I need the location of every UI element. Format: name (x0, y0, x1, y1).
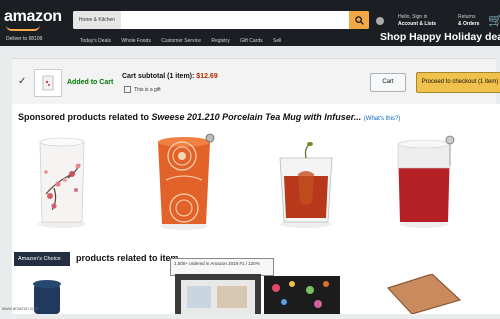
language-flag-icon[interactable] (376, 17, 384, 25)
product-card[interactable] (264, 274, 340, 319)
search-category-dropdown[interactable]: Home & Kitchen (73, 11, 121, 29)
nav-bar: Today's Deals Whole Foods Customer Servi… (80, 38, 290, 44)
account-lists: Account & Lists (398, 21, 437, 27)
whats-this-link[interactable]: (What's this?) (364, 116, 401, 122)
status-bar-url: www.amazon.com (2, 306, 39, 311)
nav-item[interactable]: Sell (273, 38, 281, 44)
related-heading: products related to item (76, 253, 179, 263)
orders-label: & Orders (458, 21, 480, 27)
product-card[interactable] (382, 273, 462, 319)
gift-label: This is a gift (134, 86, 161, 93)
search-bar[interactable]: Home & Kitchen (73, 11, 369, 29)
cart-icon[interactable]: 🛒 (488, 13, 500, 27)
red-infuser-mug-image (397, 135, 455, 228)
nav-item[interactable]: Whole Foods (121, 38, 150, 44)
gift-checkbox[interactable] (124, 86, 131, 93)
product-card[interactable] (274, 138, 338, 235)
nav-item[interactable]: Customer Service (161, 38, 201, 44)
checkmark-icon: ✓ (18, 76, 27, 87)
nav-item[interactable]: Today's Deals (80, 38, 111, 44)
cart-button[interactable]: Cart (370, 73, 406, 92)
tea-sampler-box-image (175, 274, 261, 314)
nav-item[interactable]: Registry (211, 38, 229, 44)
amazon-logo[interactable]: amazon (4, 8, 62, 26)
top-header: amazon Deliver to 98109 Home & Kitchen H… (0, 0, 500, 46)
sponsored-product-link[interactable]: Sweese 201.210 Porcelain Tea Mug with In… (152, 112, 362, 122)
search-button[interactable] (349, 11, 369, 29)
subtotal-price: $12.69 (196, 73, 218, 80)
cart-item-thumbnail[interactable] (34, 69, 62, 97)
nav-item[interactable]: Gift Cards (240, 38, 263, 44)
wooden-tray-image (386, 273, 462, 315)
mug-thumbnail-icon (42, 75, 54, 91)
account-menu[interactable]: Hello, Sign in Account & Lists (398, 14, 436, 28)
orange-mandala-mug-image (158, 133, 215, 230)
cart-subtotal: Cart subtotal (1 item): $12.69 (122, 73, 218, 80)
sponsored-prefix: Sponsored products related to (18, 112, 152, 122)
product-card[interactable] (392, 132, 456, 235)
added-to-cart-bar: ✓ Added to Cart Cart subtotal (1 item): … (12, 58, 500, 106)
holiday-promo-link[interactable]: Shop Happy Holiday deals (380, 31, 500, 43)
deliver-to[interactable]: Deliver to 98109 (6, 36, 42, 42)
product-card[interactable] (28, 274, 68, 319)
product-card[interactable] (152, 132, 216, 237)
account-greeting: Hello, Sign in (398, 14, 428, 20)
sponsored-heading: Sponsored products related to Sweese 201… (18, 112, 400, 122)
gift-option[interactable]: This is a gift (124, 86, 161, 93)
proceed-to-checkout-button[interactable]: Proceed to checkout (1 item) (416, 72, 500, 93)
glass-tea-cup-image (279, 142, 333, 228)
added-to-cart-label: Added to Cart (67, 79, 114, 86)
amazon-smile-icon (6, 25, 40, 31)
white-floral-mug-image (38, 137, 86, 228)
floral-tea-tin-image (264, 276, 340, 314)
subtotal-label: Cart subtotal (1 item): (122, 73, 195, 80)
amazons-choice-badge: Amazon's Choice (14, 252, 70, 266)
product-card[interactable] (32, 134, 94, 235)
search-icon (354, 15, 364, 25)
orders-label-top: Returns (458, 14, 476, 20)
orders-link[interactable]: Returns & Orders (458, 14, 479, 28)
product-card[interactable] (175, 274, 261, 319)
